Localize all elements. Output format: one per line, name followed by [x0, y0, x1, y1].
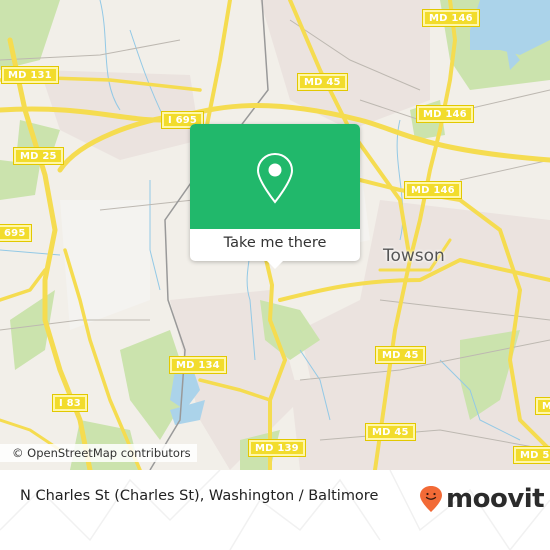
road-shield: MD 25: [13, 147, 64, 165]
location-popup: Take me there: [190, 124, 360, 269]
road-shield: MD 146: [422, 9, 480, 27]
road-shield: MD 45: [365, 423, 416, 441]
road-shield: MD 139: [248, 439, 306, 457]
stop-address: N Charles St (Charles St), Washington / …: [20, 488, 379, 504]
road-shield: MD 45: [375, 346, 426, 364]
road-shield: MD: [535, 397, 550, 415]
map-view[interactable]: MD 131 I 695 MD 25 695 MD 146 MD 45 MD 1…: [0, 0, 550, 470]
footer-bar: N Charles St (Charles St), Washington / …: [0, 470, 550, 550]
take-me-there-button[interactable]: Take me there: [190, 229, 360, 261]
road-shield: 695: [0, 224, 33, 242]
road-shield: MD 146: [416, 105, 474, 123]
map-attribution[interactable]: © OpenStreetMap contributors: [0, 444, 197, 462]
moovit-logo[interactable]: moovit: [419, 484, 545, 514]
road-shield: I 83: [52, 394, 88, 412]
popup-pointer: [266, 260, 284, 269]
moovit-wordmark: moovit: [446, 484, 545, 514]
road-shield: MD 131: [1, 66, 59, 84]
road-shield: MD 134: [169, 356, 227, 374]
road-shield: MD 542: [513, 446, 550, 464]
location-pin-icon: [256, 152, 294, 204]
road-shield: MD 146: [404, 181, 462, 199]
road-shield: MD 45: [297, 73, 348, 91]
town-label-towson: Towson: [383, 246, 445, 266]
moovit-smile-pin-icon: [420, 486, 442, 512]
popup-header: [190, 124, 360, 229]
